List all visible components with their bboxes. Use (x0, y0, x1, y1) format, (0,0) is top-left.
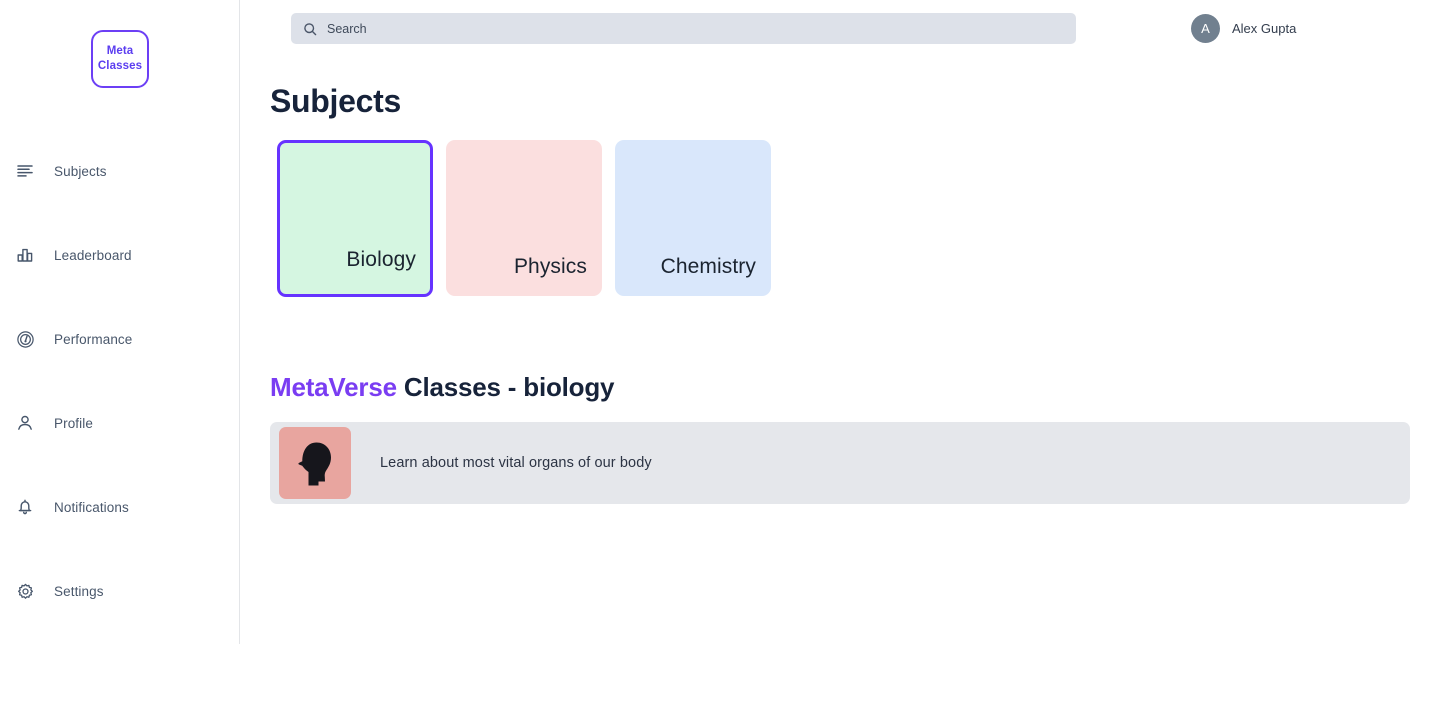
section-title: MetaVerse Classes - biology (270, 372, 615, 403)
sidebar-item-label: Leaderboard (54, 247, 132, 263)
subject-card-physics[interactable]: Physics (446, 140, 602, 296)
sidebar-item-leaderboard[interactable]: Leaderboard (0, 234, 240, 276)
app-root: Meta Classes Subjects Leaderboard Perfor… (0, 0, 1440, 726)
sidebar-item-label: Notifications (54, 499, 129, 515)
subject-card-label: Chemistry (660, 255, 756, 278)
class-title: Learn about most vital organs of our bod… (380, 455, 652, 471)
sidebar: Meta Classes Subjects Leaderboard Perfor… (0, 0, 240, 644)
sidebar-item-performance[interactable]: Performance (0, 318, 240, 360)
sidebar-item-notifications[interactable]: Notifications (0, 486, 240, 528)
gauge-icon (14, 328, 36, 350)
app-logo[interactable]: Meta Classes (91, 30, 149, 88)
section-title-brand: MetaVerse (270, 372, 397, 402)
logo-line-1: Meta (106, 45, 134, 57)
sidebar-nav: Subjects Leaderboard Performance Profile… (0, 150, 240, 612)
bell-icon (14, 496, 36, 518)
person-icon (14, 412, 36, 434)
subject-card-chemistry[interactable]: Chemistry (615, 140, 771, 296)
sidebar-item-settings[interactable]: Settings (0, 570, 240, 612)
sidebar-item-subjects[interactable]: Subjects (0, 150, 240, 192)
subject-card-list: Biology Physics Chemistry (277, 140, 784, 297)
main-content: Subjects Biology Physics Chemistry MetaV… (240, 0, 1440, 726)
subject-card-biology[interactable]: Biology (277, 140, 433, 297)
subject-card-label: Physics (513, 255, 587, 278)
class-thumbnail (279, 427, 351, 499)
gear-icon (14, 580, 36, 602)
subject-card-label: Biology (346, 248, 416, 271)
list-lines-icon (14, 160, 36, 182)
head-silhouette-icon (298, 442, 331, 486)
sidebar-item-label: Settings (54, 583, 104, 599)
page-title: Subjects (270, 83, 401, 119)
sidebar-item-label: Profile (54, 415, 93, 431)
sidebar-item-profile[interactable]: Profile (0, 402, 240, 444)
logo-line-2: Classes (97, 60, 143, 72)
sidebar-item-label: Performance (54, 331, 133, 347)
section-title-rest: Classes - biology (396, 372, 615, 402)
sidebar-item-label: Subjects (54, 163, 107, 179)
bar-chart-icon (14, 244, 36, 266)
class-card[interactable]: Learn about most vital organs of our bod… (270, 422, 1410, 504)
